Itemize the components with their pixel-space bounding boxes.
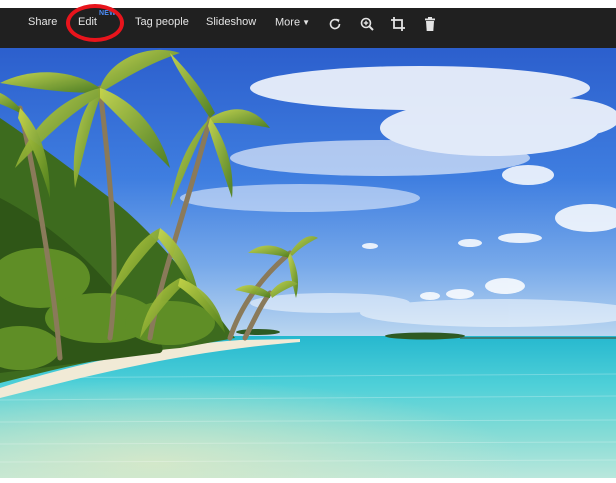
share-button[interactable]: Share xyxy=(28,8,57,48)
beach-photo xyxy=(0,48,616,478)
red-circle-annotation xyxy=(66,4,124,42)
slideshow-button[interactable]: Slideshow xyxy=(206,8,256,48)
rotate-icon[interactable] xyxy=(327,16,343,32)
zoom-in-icon[interactable] xyxy=(359,16,375,32)
more-menu-button[interactable]: More ▼ xyxy=(275,8,310,48)
crop-icon[interactable] xyxy=(390,16,406,32)
chevron-down-icon: ▼ xyxy=(302,18,310,27)
more-label: More xyxy=(275,16,301,29)
trash-icon[interactable] xyxy=(422,16,438,32)
tag-people-button[interactable]: Tag people xyxy=(135,8,189,48)
